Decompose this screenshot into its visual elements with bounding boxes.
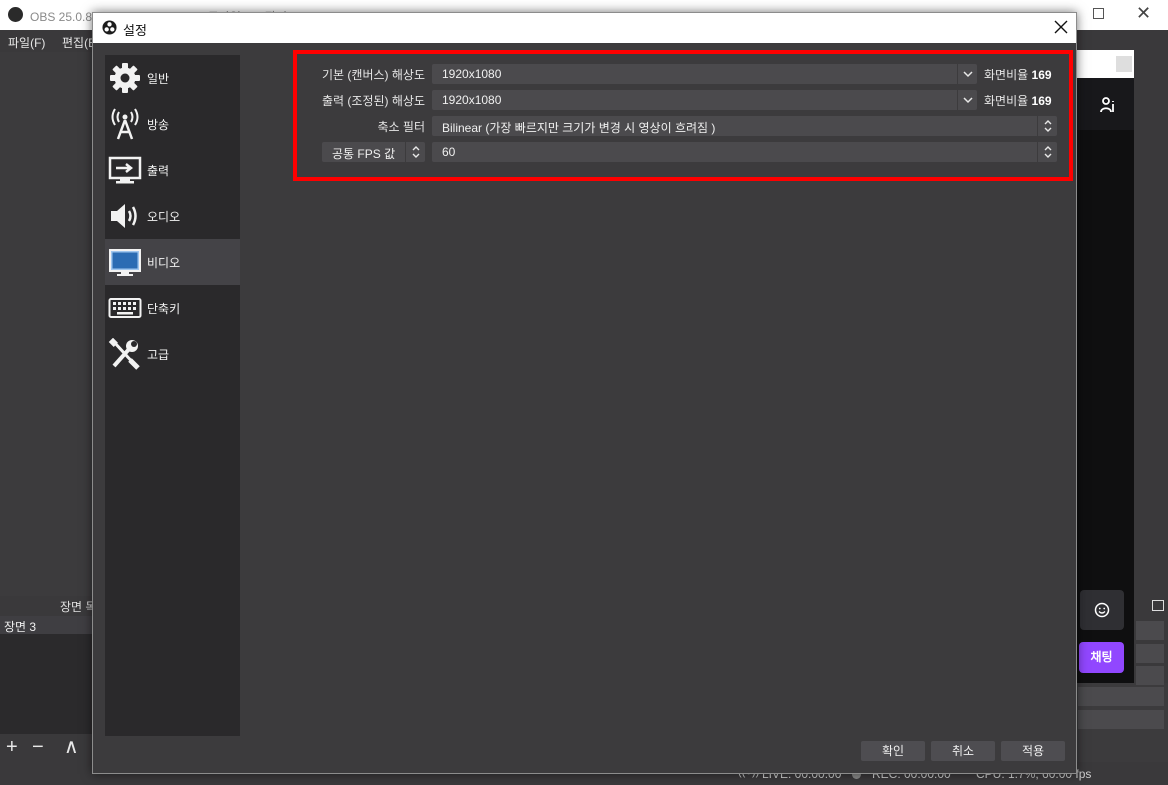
scenes-panel: 장면 목록 장면 3 + − ∧ xyxy=(0,596,108,762)
emoji-icon xyxy=(1094,602,1110,618)
sidebar-item-label: 오디오 xyxy=(147,210,181,224)
remove-scene-button[interactable]: − xyxy=(32,735,44,759)
main-close-icon[interactable]: ✕ xyxy=(1136,3,1151,24)
obs-logo-icon xyxy=(102,20,117,35)
dock-button[interactable] xyxy=(1136,644,1164,663)
sidebar-item-label: 고급 xyxy=(147,348,170,362)
move-scene-up-button[interactable]: ∧ xyxy=(64,735,79,759)
sidebar-item-hotkeys[interactable]: 단축키 xyxy=(105,285,240,331)
add-scene-button[interactable]: + xyxy=(6,735,18,759)
broadcast-antenna-icon xyxy=(111,108,139,140)
fps-type-select[interactable]: 공통 FPS 값 xyxy=(322,142,425,162)
dock-close-icon[interactable] xyxy=(1116,56,1132,72)
chat-send-button[interactable]: 채팅 xyxy=(1079,642,1124,673)
menu-file[interactable]: 파일(F) xyxy=(8,34,45,51)
scene-list-item[interactable]: 장면 3 xyxy=(0,616,93,634)
sidebar-item-label: 단축키 xyxy=(147,302,181,316)
sidebar-item-general[interactable]: 일반 xyxy=(105,55,240,101)
sidebar-item-label: 일반 xyxy=(147,72,170,86)
scenes-header: 장면 목록 xyxy=(0,596,108,616)
sidebar-item-label: 방송 xyxy=(147,118,170,132)
chevron-down-icon xyxy=(957,90,977,110)
sidebar-item-label: 출력 xyxy=(147,164,170,178)
chevron-down-icon xyxy=(957,64,977,84)
updown-arrows-icon xyxy=(1037,142,1057,162)
fps-value-select[interactable]: 60 xyxy=(432,142,1057,162)
settings-dialog: 설정 일반 방송 출력 오디오 비디오 단축키 고급 기본 (캔버스) 해상도 … xyxy=(92,12,1077,774)
scenes-toolbar: + − ∧ xyxy=(0,734,93,762)
users-icon[interactable] xyxy=(1100,96,1118,114)
sidebar-item-label: 비디오 xyxy=(147,256,181,270)
downscale-filter-label: 축소 필터 xyxy=(377,120,426,134)
wrench-screwdriver-icon xyxy=(108,338,140,370)
sidebar-item-advanced[interactable]: 고급 xyxy=(105,331,240,377)
base-resolution-combo[interactable]: 1920x1080 xyxy=(432,64,977,84)
dialog-titlebar: 설정 xyxy=(93,13,1076,43)
gear-icon xyxy=(110,63,140,93)
ok-button[interactable]: 확인 xyxy=(861,741,925,761)
speaker-icon xyxy=(111,204,137,228)
obs-logo-icon xyxy=(8,7,23,22)
chat-browser-dock: 채팅 xyxy=(1076,50,1134,683)
close-icon[interactable] xyxy=(1053,19,1069,35)
output-aspect-ratio: 화면비율 169 xyxy=(984,94,1052,108)
sidebar-item-audio[interactable]: 오디오 xyxy=(105,193,240,239)
dock-button[interactable] xyxy=(1136,666,1164,685)
dock-button[interactable] xyxy=(1078,687,1164,706)
output-monitor-icon xyxy=(108,156,142,184)
base-resolution-label: 기본 (캔버스) 해상도 xyxy=(322,68,425,82)
maximize-icon[interactable] xyxy=(1093,8,1104,19)
keyboard-icon xyxy=(108,298,142,318)
downscale-filter-select[interactable]: Bilinear (가장 빠르지만 크기가 변경 시 영상이 흐려짐 ) xyxy=(432,116,1057,136)
base-aspect-ratio: 화면비율 169 xyxy=(984,68,1052,82)
sidebar-item-video[interactable]: 비디오 xyxy=(105,239,240,285)
settings-sidebar: 일반 방송 출력 오디오 비디오 단축키 고급 xyxy=(105,55,240,736)
dock-button[interactable] xyxy=(1078,710,1164,729)
dock-button[interactable] xyxy=(1136,621,1164,640)
undock-icon[interactable] xyxy=(1152,600,1164,611)
sidebar-item-output[interactable]: 출력 xyxy=(105,147,240,193)
sidebar-item-stream[interactable]: 방송 xyxy=(105,101,240,147)
updown-arrows-icon xyxy=(405,142,425,162)
cancel-button[interactable]: 취소 xyxy=(931,741,995,761)
apply-button[interactable]: 적용 xyxy=(1001,741,1065,761)
dock-right-strip xyxy=(1134,50,1168,683)
dialog-title: 설정 xyxy=(123,23,147,38)
output-resolution-combo[interactable]: 1920x1080 xyxy=(432,90,977,110)
updown-arrows-icon xyxy=(1037,116,1057,136)
output-resolution-label: 출력 (조정된) 해상도 xyxy=(322,94,425,108)
video-monitor-icon xyxy=(109,249,141,276)
dock-topbar xyxy=(1076,50,1134,78)
